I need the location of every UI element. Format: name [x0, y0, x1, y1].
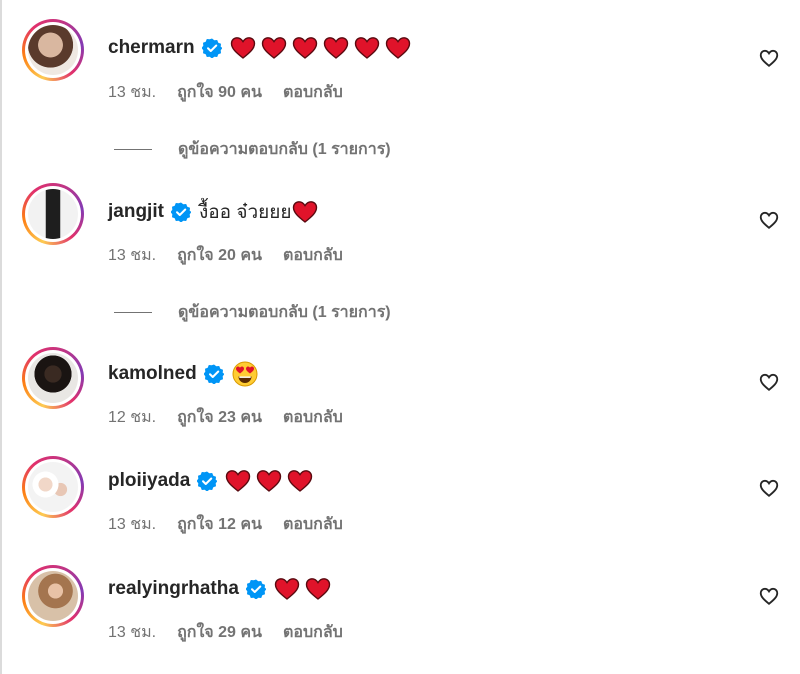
comment-time: 13 ชม. [108, 516, 157, 533]
heart-outline-icon[interactable] [758, 371, 780, 393]
comment-header: jangjit งื้ออ จ๋วยยย [108, 198, 323, 226]
comment-meta: 13 ชม. ถูกใจ 90 คน ตอบกลับ [108, 80, 364, 105]
heart-outline-icon[interactable] [758, 47, 780, 69]
comment-username[interactable]: ploiiyada [108, 470, 190, 492]
red-heart-emoji [385, 37, 410, 59]
red-heart-emoji [226, 470, 251, 492]
comment-text: งื้ออ จ๋วยยย [198, 202, 292, 223]
verified-badge-icon [170, 202, 191, 222]
comment-emoji [225, 469, 318, 493]
reply-button[interactable]: ตอบกลับ [283, 405, 343, 430]
verified-badge-icon [197, 471, 218, 491]
red-heart-emoji [292, 201, 317, 223]
avatar[interactable] [22, 347, 84, 409]
red-heart-emoji [257, 470, 282, 492]
avatar[interactable] [22, 19, 84, 81]
red-heart-emoji [354, 37, 379, 59]
comment-username[interactable]: chermarn [108, 37, 195, 59]
avatar[interactable] [22, 456, 84, 518]
comment-meta: 13 ชม. ถูกใจ 12 คน ตอบกลับ [108, 512, 364, 537]
comment-emoji [292, 200, 323, 224]
comment-likes[interactable]: ถูกใจ 20 คน [177, 243, 262, 268]
red-heart-emoji [288, 470, 313, 492]
replies-divider [114, 312, 152, 313]
heart-outline-icon[interactable] [758, 585, 780, 607]
verified-badge-icon [245, 579, 266, 599]
comment-username[interactable]: kamolned [108, 363, 197, 385]
avatar[interactable] [22, 183, 84, 245]
reply-button[interactable]: ตอบกลับ [283, 80, 343, 105]
verified-badge-icon [203, 364, 224, 384]
red-heart-emoji [261, 37, 286, 59]
red-heart-emoji [292, 37, 317, 59]
comment-meta: 13 ชม. ถูกใจ 20 คน ตอบกลับ [108, 243, 364, 268]
heart-eyes-emoji [232, 361, 258, 387]
avatar[interactable] [22, 565, 84, 627]
comment-username[interactable]: jangjit [108, 201, 164, 223]
view-replies-button[interactable]: ดูข้อความตอบกลับ (1 รายการ) [114, 137, 391, 162]
comment-meta: 13 ชม. ถูกใจ 29 คน ตอบกลับ [108, 620, 364, 645]
comment-header: realyingrhatha [108, 575, 336, 603]
view-replies-label: ดูข้อความตอบกลับ (1 รายการ) [178, 141, 391, 158]
replies-divider [114, 149, 152, 150]
heart-outline-icon[interactable] [758, 477, 780, 499]
comment-likes[interactable]: ถูกใจ 12 คน [177, 512, 262, 537]
comment-emoji [230, 36, 416, 60]
comment-emoji [274, 577, 336, 601]
comment-likes[interactable]: ถูกใจ 29 คน [177, 620, 262, 645]
comment-likes[interactable]: ถูกใจ 23 คน [177, 405, 262, 430]
verified-badge-icon [201, 38, 222, 58]
comment-header: kamolned [108, 360, 258, 388]
red-heart-emoji [323, 37, 348, 59]
comment-time: 12 ชม. [108, 409, 157, 426]
reply-button[interactable]: ตอบกลับ [283, 512, 343, 537]
heart-outline-icon[interactable] [758, 209, 780, 231]
comment-likes[interactable]: ถูกใจ 90 คน [177, 80, 262, 105]
view-replies-label: ดูข้อความตอบกลับ (1 รายการ) [178, 304, 391, 321]
comment-header: ploiiyada [108, 467, 318, 495]
reply-button[interactable]: ตอบกลับ [283, 620, 343, 645]
red-heart-emoji [274, 578, 300, 600]
comment-time: 13 ชม. [108, 84, 157, 101]
comment-time: 13 ชม. [108, 624, 157, 641]
comment-time: 13 ชม. [108, 247, 157, 264]
comment-username[interactable]: realyingrhatha [108, 578, 239, 600]
comment-meta: 12 ชม. ถูกใจ 23 คน ตอบกลับ [108, 405, 364, 430]
red-heart-emoji [230, 37, 255, 59]
panel-border [0, 0, 2, 674]
reply-button[interactable]: ตอบกลับ [283, 243, 343, 268]
red-heart-emoji [305, 578, 331, 600]
comment-header: chermarn [108, 34, 416, 62]
view-replies-button[interactable]: ดูข้อความตอบกลับ (1 รายการ) [114, 300, 391, 325]
